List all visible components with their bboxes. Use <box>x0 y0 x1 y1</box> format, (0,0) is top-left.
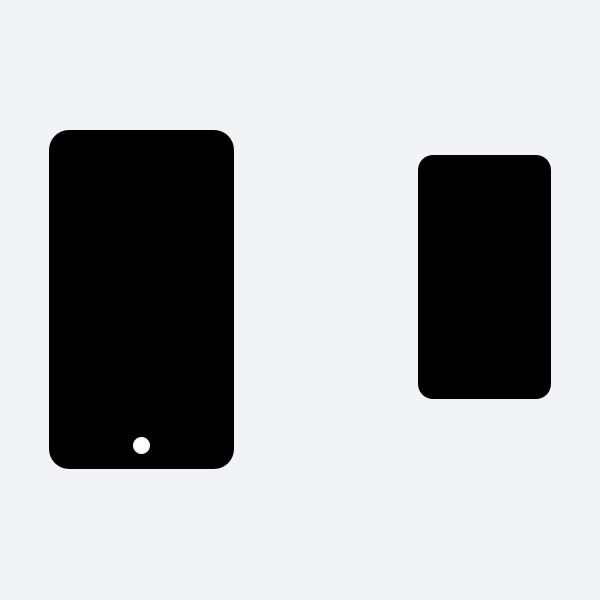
phone-with-home-button-icon <box>49 130 234 469</box>
home-button-icon <box>133 437 150 454</box>
phone-icon <box>418 155 551 399</box>
